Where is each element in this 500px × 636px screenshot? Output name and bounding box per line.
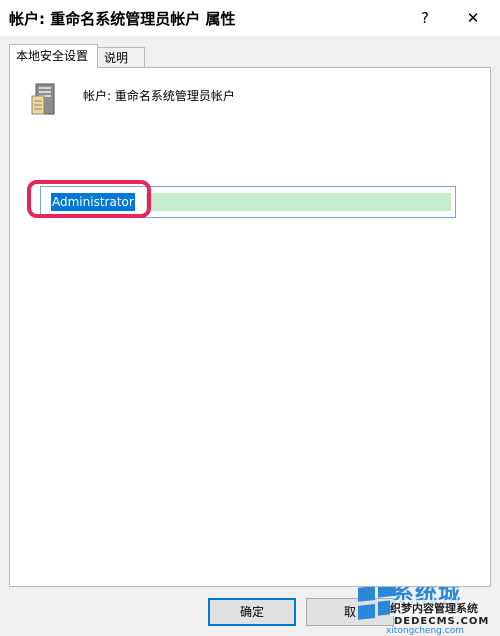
- policy-label: 帐户: 重命名系统管理员帐户: [83, 89, 235, 103]
- watermark-url: xitongcheng.com: [386, 626, 464, 636]
- tab-panel: 帐户: 重命名系统管理员帐户 Administrator: [9, 67, 491, 587]
- tab-local-security-setting[interactable]: 本地安全设置: [9, 44, 98, 68]
- highlight-ring: [27, 180, 151, 218]
- ok-button[interactable]: 确定: [208, 598, 296, 626]
- input-fill: [146, 193, 451, 211]
- close-button[interactable]: ✕: [450, 0, 496, 36]
- title-bar: 帐户: 重命名系统管理员帐户 属性 ? ✕: [0, 0, 500, 36]
- server-icon: [31, 83, 55, 115]
- watermark-subtitle: 织梦内容管理系统: [390, 600, 478, 616]
- properties-dialog: 帐户: 重命名系统管理员帐户 属性 ? ✕ 本地安全设置 说明 帐户: 重命名系…: [0, 0, 500, 636]
- window-title: 帐户: 重命名系统管理员帐户 属性: [9, 10, 236, 28]
- tab-explain[interactable]: 说明: [97, 47, 145, 68]
- help-button[interactable]: ?: [402, 0, 448, 36]
